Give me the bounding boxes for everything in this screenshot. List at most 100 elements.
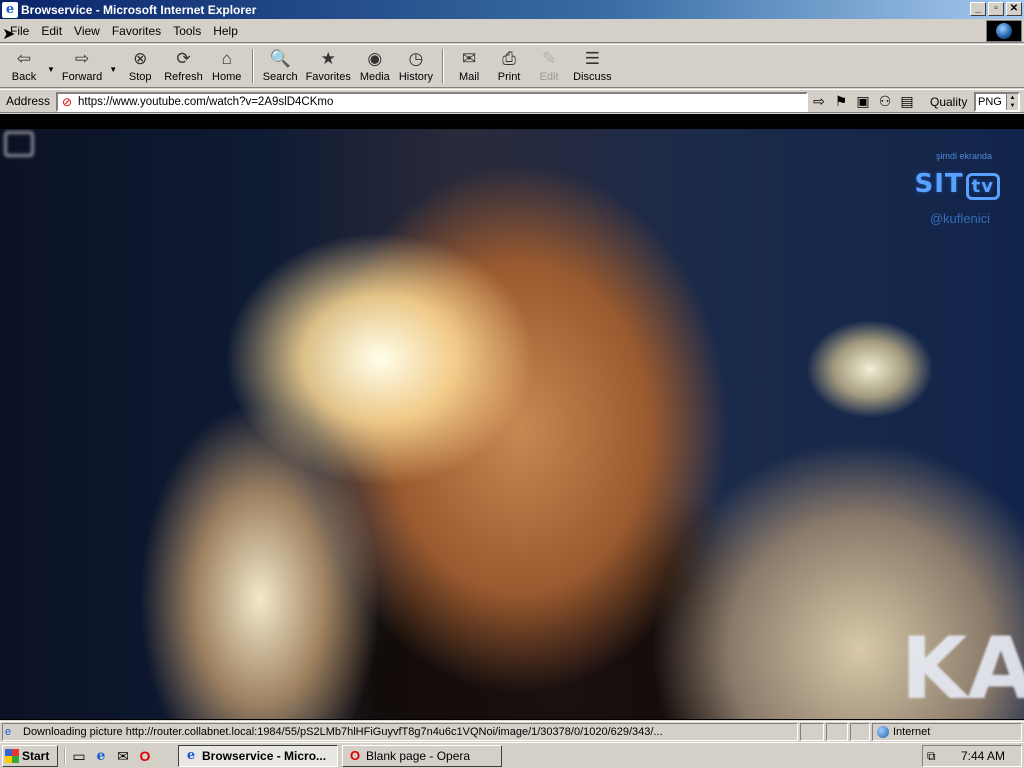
back-label: Back: [11, 71, 37, 83]
start-label: Start: [22, 748, 50, 763]
back-button[interactable]: ⇦ Back: [4, 45, 44, 87]
taskbar-task-browservice[interactable]: e Browservice - Micro...: [178, 745, 338, 767]
quality-spinner-icon[interactable]: ▲ ▼: [1006, 94, 1018, 110]
edit-label: Edit: [539, 71, 559, 83]
go-arrow-icon[interactable]: ⇨: [810, 93, 828, 110]
status-cell: [850, 723, 870, 741]
forward-label: Forward: [61, 71, 103, 83]
forward-button[interactable]: ⇨ Forward: [58, 45, 106, 87]
outlook-express-icon[interactable]: ✉: [114, 747, 132, 765]
clock[interactable]: 7:44 AM: [961, 749, 1005, 763]
address-bar: Address ⊘ https://www.youtube.com/watch?…: [0, 89, 1024, 113]
show-desktop-icon[interactable]: ▭: [70, 747, 88, 765]
print-icon: ⎙: [502, 49, 516, 68]
mouse-cursor-icon: ➤: [2, 26, 16, 43]
menu-favorites[interactable]: Favorites: [106, 24, 167, 38]
print-button[interactable]: ⎙ Print: [489, 45, 529, 87]
media-icon: ◉: [367, 49, 383, 68]
address-url[interactable]: https://www.youtube.com/watch?v=2A9slD4C…: [78, 96, 333, 108]
close-button[interactable]: ✕: [1006, 2, 1022, 16]
ie-quicklaunch-icon[interactable]: e: [92, 747, 110, 765]
forward-dropdown-icon[interactable]: ▼: [106, 65, 120, 74]
mail-icon: ✉: [461, 49, 477, 68]
page-loading-icon: e: [5, 726, 12, 738]
video-frame[interactable]: şimdi ekranda SIT tv @kuflenici KA: [0, 129, 1024, 719]
taskbar: Start ▭ e ✉ O e Browservice - Micro... O…: [0, 742, 1024, 768]
windows-flag-icon: [5, 748, 19, 763]
find-icon[interactable]: ▣: [854, 93, 872, 110]
mail-button[interactable]: ✉ Mail: [449, 45, 489, 87]
print-label: Print: [497, 71, 521, 83]
status-bar: e Downloading picture http://router.coll…: [0, 721, 1024, 741]
quality-select[interactable]: PNG ▲ ▼: [974, 92, 1020, 112]
stop-label: Stop: [128, 71, 152, 83]
title-bar[interactable]: e Browservice - Microsoft Internet Explo…: [0, 0, 1024, 19]
refresh-button[interactable]: ⟳ Refresh: [160, 45, 207, 87]
address-input[interactable]: ⊘ https://www.youtube.com/watch?v=2A9slD…: [56, 92, 808, 112]
taskbar-task-opera[interactable]: O Blank page - Opera: [342, 745, 502, 767]
system-tray: ⧉ 7:44 AM: [922, 745, 1022, 767]
edit-icon: ✎: [541, 49, 557, 68]
binoculars-icon[interactable]: ⚇: [876, 93, 894, 110]
channel-tagline: şimdi ekranda: [935, 151, 992, 161]
home-button[interactable]: ⌂ Home: [207, 45, 247, 87]
window-title: Browservice - Microsoft Internet Explore…: [21, 2, 257, 17]
media-button[interactable]: ◉ Media: [355, 45, 395, 87]
search-icon: 🔍: [269, 49, 291, 68]
history-icon: ◷: [408, 49, 424, 68]
page-icon: ⊘: [61, 95, 73, 109]
discuss-label: Discuss: [573, 71, 612, 83]
bookmark-icon[interactable]: ⚑: [832, 93, 850, 110]
standard-toolbar: ⇦ Back ▼ ⇨ Forward ▼ ⊗ Stop ⟳ Refresh ⌂ …: [0, 44, 1024, 88]
status-cell: [826, 723, 848, 741]
channel-logo-text: SIT: [914, 169, 964, 199]
maximize-button[interactable]: ▫: [988, 2, 1004, 16]
search-label: Search: [262, 71, 298, 83]
menu-help[interactable]: Help: [207, 24, 244, 38]
status-text: Downloading picture http://router.collab…: [23, 726, 663, 738]
mail-label: Mail: [458, 71, 480, 83]
opera-icon: O: [349, 748, 361, 763]
minimize-button[interactable]: _: [970, 2, 986, 16]
favorites-label: Favorites: [305, 71, 351, 83]
back-dropdown-icon[interactable]: ▼: [44, 65, 58, 74]
network-icon[interactable]: ⧉: [927, 749, 943, 764]
clipboard-icon[interactable]: ▤: [898, 93, 916, 110]
home-icon: ⌂: [221, 49, 232, 68]
start-button[interactable]: Start: [2, 744, 58, 767]
task-label: Browservice - Micro...: [202, 749, 327, 763]
browservice-tools: ⇨ ⚑ ▣ ⚇ ▤: [810, 93, 916, 110]
refresh-label: Refresh: [164, 71, 203, 83]
menu-tools[interactable]: Tools: [167, 24, 207, 38]
favorites-button[interactable]: ★ Favorites: [302, 45, 355, 87]
internet-globe-icon: [877, 726, 889, 738]
stop-icon: ⊗: [133, 49, 148, 68]
caption-overlay: KA: [900, 619, 1024, 719]
menu-view[interactable]: View: [68, 24, 106, 38]
menu-edit[interactable]: Edit: [35, 24, 68, 38]
quality-value: PNG: [978, 96, 1002, 108]
menu-bar: File Edit View Favorites Tools Help: [0, 19, 1024, 43]
discuss-button[interactable]: ☰ Discuss: [569, 45, 616, 87]
discuss-icon: ☰: [584, 49, 600, 68]
opera-quicklaunch-icon[interactable]: O: [136, 747, 154, 765]
window-controls: _ ▫ ✕: [970, 2, 1022, 16]
page-content[interactable]: şimdi ekranda SIT tv @kuflenici KA: [0, 114, 1024, 720]
history-button[interactable]: ◷ History: [395, 45, 437, 87]
channel-logo-tv: tv: [965, 173, 1000, 200]
stop-button[interactable]: ⊗ Stop: [120, 45, 160, 87]
status-text-panel: e Downloading picture http://router.coll…: [2, 723, 798, 741]
toolbar-separator: [442, 49, 445, 83]
search-button[interactable]: 🔍 Search: [259, 45, 302, 87]
zone-label: Internet: [893, 726, 931, 738]
status-cell: [800, 723, 824, 741]
home-label: Home: [212, 71, 242, 83]
favorites-icon: ★: [320, 49, 336, 68]
quick-launch: ▭ e ✉ O: [64, 746, 154, 765]
address-label: Address: [6, 94, 51, 108]
corner-logo-icon: [4, 131, 34, 157]
windows-throbber-icon: [986, 20, 1022, 42]
channel-handle: @kuflenici: [929, 211, 990, 226]
edit-button: ✎ Edit: [529, 45, 569, 87]
security-zone: Internet: [872, 723, 1022, 741]
